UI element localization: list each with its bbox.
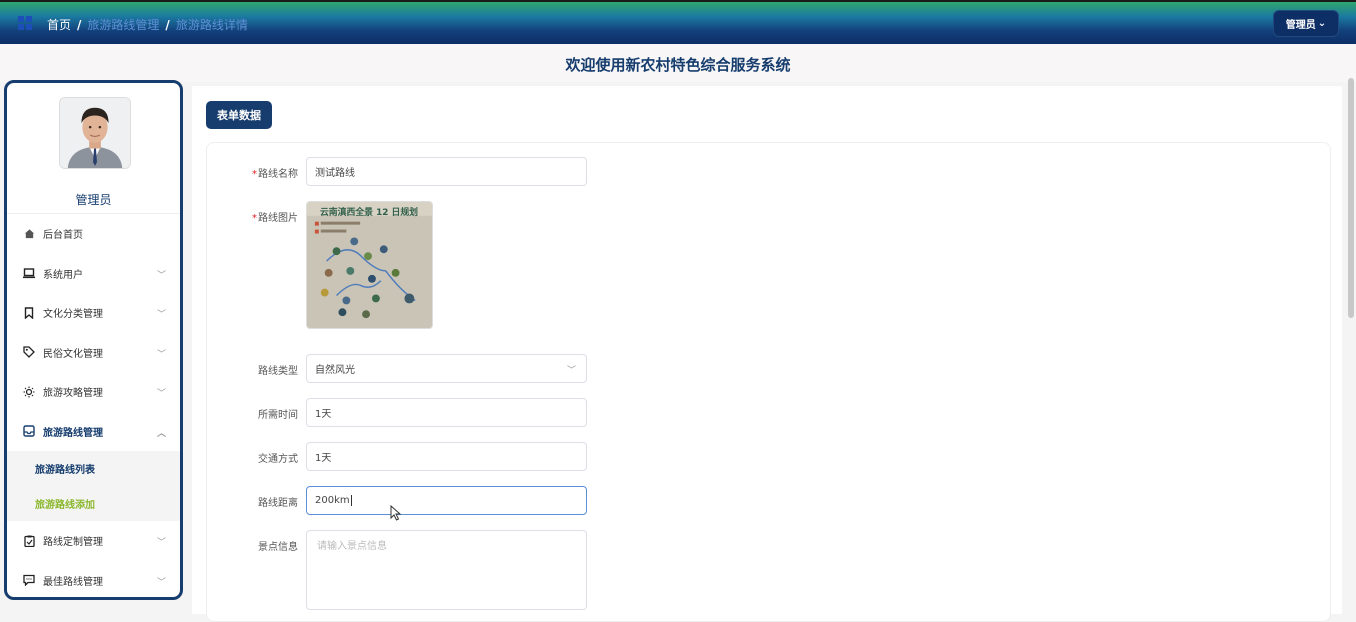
sidebar-item-label: 后台首页 (43, 230, 83, 242)
inbox-icon (23, 425, 35, 437)
distance-label: 路线距离 (258, 498, 298, 509)
time-input[interactable]: 1天 (306, 398, 587, 427)
title-bar: 欢迎使用新农村特色综合服务系统 (0, 44, 1356, 82)
clipboard-icon (23, 535, 35, 547)
bookmark-icon (23, 307, 35, 319)
top-header: 首页 / 旅游路线管理 / 旅游路线详情 管理员 ⌄ (0, 0, 1356, 44)
required-marker: * (252, 169, 257, 180)
route-type-selected-value: 自然风光 (315, 365, 355, 376)
chevron-down-icon: ⌄ (1317, 18, 1327, 29)
chevron-up-icon: ︿ (156, 428, 166, 439)
transport-label: 交通方式 (258, 454, 298, 465)
submenu-item-route-add[interactable]: 旅游路线添加 (7, 486, 180, 521)
sidebar-item-travel-guide[interactable]: 旅游攻略管理 ﹀ (7, 372, 180, 412)
message-icon (23, 574, 35, 587)
distance-input-value: 200km (315, 495, 350, 506)
sidebar: 管理员 后台首页 系统用户 ﹀ 文化分类管理 ﹀ 民俗文化管理 ﹀ 旅游攻略管理… (4, 80, 183, 600)
main-content: 表单数据 *路线名称 测试路线 *路线图片 云南滇西全景 12 日规划 路线类型… (192, 86, 1342, 622)
route-image-thumbnail[interactable]: 云南滇西全景 12 日规划 (306, 201, 433, 329)
route-map-image: 云南滇西全景 12 日规划 (307, 202, 432, 328)
sidebar-item-dashboard[interactable]: 后台首页 (7, 214, 180, 254)
required-marker: * (252, 213, 257, 224)
sidebar-item-custom-route[interactable]: 路线定制管理 ﹀ (7, 521, 180, 561)
route-image-label-text: 路线图片 (258, 213, 298, 224)
sidebar-item-culture-category[interactable]: 文化分类管理 ﹀ (7, 293, 180, 333)
sidebar-item-label: 民俗文化管理 (43, 348, 103, 360)
chevron-down-icon: ﹀ (156, 270, 166, 281)
laptop-icon (23, 267, 35, 279)
submenu-item-route-list[interactable]: 旅游路线列表 (7, 451, 180, 486)
chevron-down-icon: ﹀ (156, 349, 166, 360)
chevron-down-icon: ﹀ (156, 389, 166, 399)
route-type-select[interactable]: 自然风光 ﹀ (306, 354, 587, 383)
chevron-down-icon: ﹀ (156, 577, 166, 588)
sidebar-menu: 后台首页 系统用户 ﹀ 文化分类管理 ﹀ 民俗文化管理 ﹀ 旅游攻略管理 ﹀ 旅… (7, 213, 180, 598)
breadcrumb-separator: / (77, 17, 82, 32)
sidebar-item-folk-culture[interactable]: 民俗文化管理 ﹀ (7, 333, 180, 373)
breadcrumb-route-management[interactable]: 旅游路线管理 (87, 16, 159, 33)
sidebar-item-route-management[interactable]: 旅游路线管理 ︿ (7, 412, 180, 452)
avatar (59, 97, 131, 169)
page-scrollbar[interactable] (1348, 78, 1354, 318)
sidebar-item-best-route[interactable]: 最佳路线管理 ﹀ (7, 561, 180, 598)
route-submenu: 旅游路线列表 旅游路线添加 (7, 451, 180, 521)
sidebar-item-label: 文化分类管理 (43, 309, 103, 321)
chevron-down-icon: ﹀ (156, 310, 166, 320)
sidebar-item-label: 旅游路线管理 (43, 427, 103, 439)
form-card: *路线名称 测试路线 *路线图片 云南滇西全景 12 日规划 路线类型 自然风光… (206, 142, 1331, 622)
home-icon (23, 228, 35, 240)
system-title: 欢迎使用新农村特色综合服务系统 (565, 56, 791, 74)
route-name-label: *路线名称 (252, 165, 298, 180)
sidebar-item-label: 系统用户 (43, 269, 83, 281)
route-name-label-text: 路线名称 (258, 169, 298, 180)
mouse-cursor-icon (390, 505, 402, 521)
text-caret (350, 495, 352, 506)
distance-input[interactable]: 200km (306, 486, 587, 515)
transport-input[interactable]: 1天 (306, 442, 587, 471)
route-name-input[interactable]: 测试路线 (306, 157, 587, 186)
user-name: 管理员 (75, 193, 112, 207)
grid-menu-icon[interactable] (18, 16, 32, 30)
sidebar-item-label: 路线定制管理 (43, 537, 103, 549)
time-label: 所需时间 (258, 410, 298, 421)
chevron-down-icon: ﹀ (566, 366, 576, 376)
breadcrumb: 首页 / 旅游路线管理 / 旅游路线详情 (47, 16, 248, 33)
tag-icon (23, 346, 35, 359)
admin-dropdown-button[interactable]: 管理员 ⌄ (1273, 10, 1339, 37)
breadcrumb-separator: / (165, 17, 170, 32)
sun-icon (23, 386, 35, 398)
route-type-label: 路线类型 (258, 366, 298, 377)
admin-button-label: 管理员 (1285, 20, 1316, 31)
sidebar-item-label: 最佳路线管理 (43, 576, 103, 588)
scenic-info-textarea[interactable]: 请输入景点信息 (306, 530, 587, 610)
sidebar-item-system-users[interactable]: 系统用户 ﹀ (7, 254, 180, 294)
breadcrumb-home[interactable]: 首页 (47, 16, 71, 33)
route-image-title: 云南滇西全景 12 日规划 (320, 206, 418, 218)
route-image-label: *路线图片 (252, 209, 298, 224)
form-data-tab[interactable]: 表单数据 (206, 101, 272, 129)
chevron-down-icon: ﹀ (156, 538, 166, 548)
breadcrumb-route-detail: 旅游路线详情 (175, 18, 248, 32)
sidebar-item-label: 旅游攻略管理 (43, 388, 103, 400)
scenic-info-label: 景点信息 (258, 542, 298, 553)
avatar-image (60, 98, 130, 168)
